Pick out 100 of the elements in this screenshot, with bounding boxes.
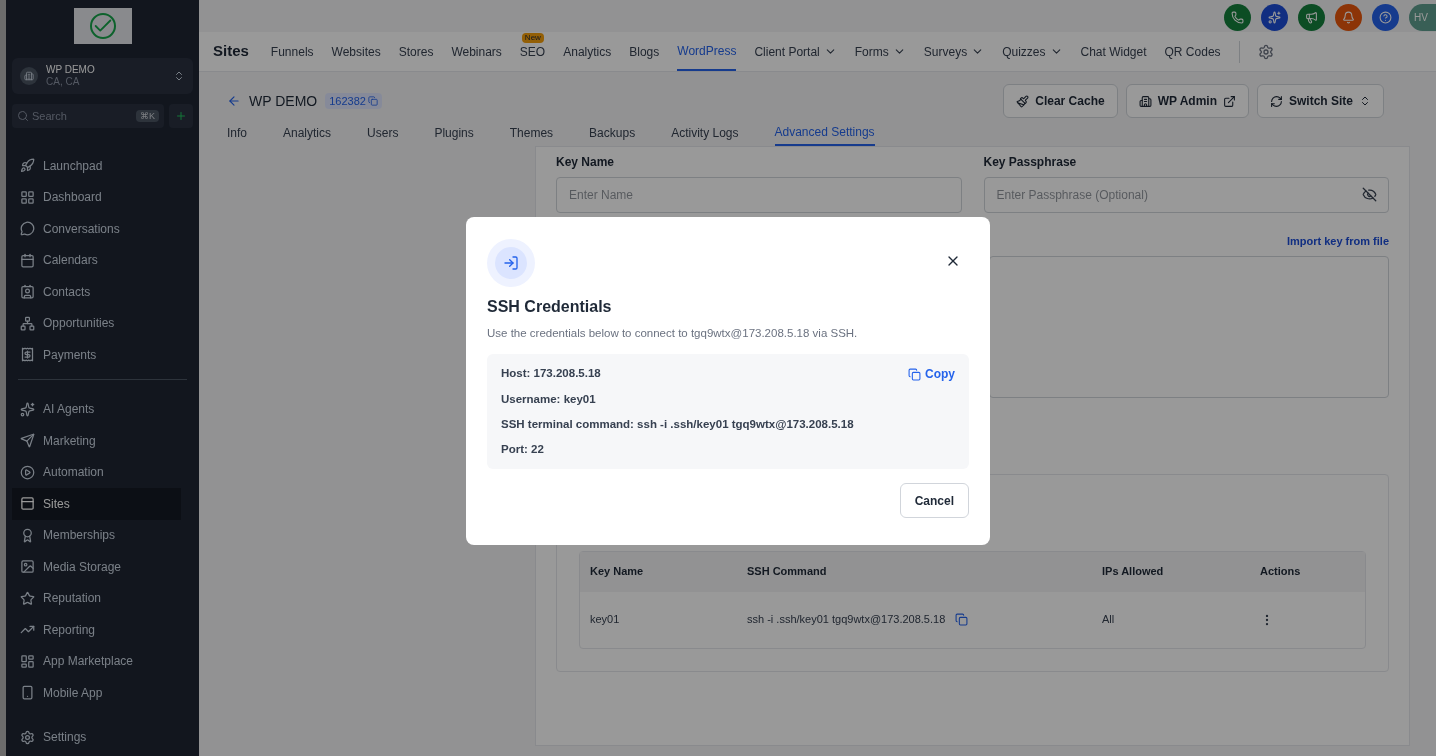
sidebar-item[interactable]: Media Storage <box>12 551 181 583</box>
brush-icon <box>1016 94 1030 108</box>
nav-tab[interactable]: New SEO <box>519 32 546 71</box>
help-icon <box>1379 10 1392 24</box>
back-arrow-icon <box>227 94 241 108</box>
copy-icon <box>908 367 921 381</box>
sidebar-item[interactable]: Reporting <box>12 614 181 646</box>
sidebar-item[interactable]: Automation <box>12 456 181 488</box>
nav-tab[interactable]: Analytics <box>563 32 612 71</box>
sidebar-item[interactable]: Sites <box>12 488 181 520</box>
image-icon <box>20 559 35 575</box>
avatar-icon <box>20 67 38 85</box>
megaphone-button[interactable] <box>1298 3 1325 31</box>
phone-icon <box>1231 10 1244 24</box>
column-header: Key Name <box>590 564 645 580</box>
sparkles-button[interactable] <box>1261 3 1288 31</box>
rocket-icon <box>20 158 35 174</box>
site-tab[interactable]: Themes <box>509 120 554 146</box>
calendar-icon <box>20 252 35 268</box>
nav-tab[interactable]: Websites <box>331 32 381 71</box>
site-tab[interactable]: Users <box>367 120 399 146</box>
sidebar-item[interactable]: Settings <box>12 722 193 752</box>
sidebar-item[interactable]: Contacts <box>12 276 193 308</box>
nav-tab[interactable]: WordPress <box>677 32 737 71</box>
contact-card-icon <box>20 284 35 300</box>
search-icon <box>17 110 29 122</box>
sidebar-item[interactable]: Conversations <box>12 213 193 245</box>
settings-icon <box>20 729 35 745</box>
network-icon <box>20 315 35 331</box>
column-header: Actions <box>1260 564 1302 580</box>
copy-icon <box>955 613 969 626</box>
nav-tab[interactable]: Client Portal <box>754 32 837 71</box>
account-name: WP DEMO <box>46 64 95 76</box>
external-link-icon <box>1223 94 1236 108</box>
section-title: Sites <box>213 41 249 62</box>
table-cell-text: key01 <box>590 612 621 628</box>
input-field[interactable]: Enter Name <box>556 177 962 213</box>
sidebar-item[interactable]: Opportunities <box>12 307 193 339</box>
settings-icon <box>1257 43 1274 60</box>
nav-tab[interactable]: Blogs <box>629 32 660 71</box>
site-id-badge[interactable]: 162382 <box>325 92 382 110</box>
field-label: Key Passphrase <box>983 154 1078 171</box>
sidebar-item[interactable]: Marketing <box>12 425 181 457</box>
sparkles-icon <box>20 401 35 417</box>
nav-tab[interactable]: Surveys <box>923 32 985 71</box>
browser-icon <box>20 496 35 512</box>
site-title: WP DEMO <box>249 91 318 111</box>
import-link[interactable]: Import key from file <box>1286 233 1389 250</box>
credential-line: Username: key01 <box>501 391 597 407</box>
sidebar-item[interactable]: AI Agents <box>12 393 181 425</box>
sidebar-item[interactable]: Calendars <box>12 244 193 276</box>
site-tab[interactable]: Activity Logs <box>671 120 739 146</box>
nav-tab[interactable]: Stores <box>398 32 434 71</box>
paper-plane-icon <box>20 433 35 449</box>
nav-tab[interactable]: Quizzes <box>1002 32 1063 71</box>
dialog-description: Use the credentials below to connect to tgq9wtx@173.208.5.18 via SSH. <box>487 326 859 341</box>
plus-icon <box>175 110 187 122</box>
site-tab[interactable]: Analytics <box>283 120 332 146</box>
sidebar-item[interactable]: Launchpad <box>12 150 193 182</box>
add-button[interactable] <box>169 104 193 128</box>
header-button[interactable]: WP Admin <box>1125 84 1249 118</box>
chevrons-icon <box>173 70 185 82</box>
nav-tab[interactable]: Funnels <box>270 32 314 71</box>
site-tab[interactable]: Backups <box>589 120 636 146</box>
eye-off-icon <box>1362 187 1377 202</box>
credential-line: SSH terminal command: ssh -i .ssh/key01 tgq9wtx@173.208.5.18 <box>501 416 854 432</box>
building-icon <box>1138 94 1152 108</box>
help-button[interactable] <box>1372 3 1399 31</box>
sidebar-item[interactable]: Mobile App <box>12 677 181 709</box>
account-switcher[interactable]: WP DEMO CA, CA <box>12 58 193 94</box>
site-tab[interactable]: Info <box>227 120 247 146</box>
phone-button[interactable] <box>1224 3 1251 31</box>
sidebar-item[interactable]: Dashboard <box>12 181 193 213</box>
check-icon <box>89 13 116 39</box>
header-button[interactable]: Clear Cache <box>1003 84 1118 118</box>
grid-icon <box>20 653 35 669</box>
input-field[interactable]: Enter Passphrase (Optional) <box>983 177 1389 213</box>
bell-button[interactable] <box>1335 3 1362 31</box>
sidebar-item[interactable]: Memberships <box>12 519 181 551</box>
field-label: Key Name <box>556 154 616 171</box>
site-tab[interactable]: Plugins <box>434 120 474 146</box>
bell-icon <box>1342 10 1355 24</box>
nav-tab[interactable]: Forms <box>854 32 906 71</box>
megaphone-icon <box>1305 10 1318 24</box>
sidebar-item[interactable]: Reputation <box>12 582 181 614</box>
sidebar-item[interactable]: App Marketplace <box>12 645 181 677</box>
account-location: CA, CA <box>46 76 80 88</box>
smartphone-icon <box>20 685 35 701</box>
credential-line: Port: 22 <box>501 442 545 457</box>
chevrons-icon <box>1359 95 1371 107</box>
cancel-button[interactable]: Cancel <box>899 483 969 519</box>
nav-tab[interactable]: Chat Widget <box>1080 32 1147 71</box>
award-icon <box>20 527 35 543</box>
sidebar-item[interactable]: Payments <box>12 339 193 371</box>
copy-button[interactable]: Copy <box>908 365 955 384</box>
table-cell-text: ssh -i .ssh/key01 tgq9wtx@173.208.5.18 <box>747 612 946 628</box>
credential-line: Host: 173.208.5.18 <box>501 366 602 382</box>
header-button[interactable]: Switch Site <box>1257 84 1384 118</box>
nav-tab[interactable]: QR Codes <box>1164 32 1221 71</box>
nav-tab[interactable]: Webinars <box>451 32 502 71</box>
